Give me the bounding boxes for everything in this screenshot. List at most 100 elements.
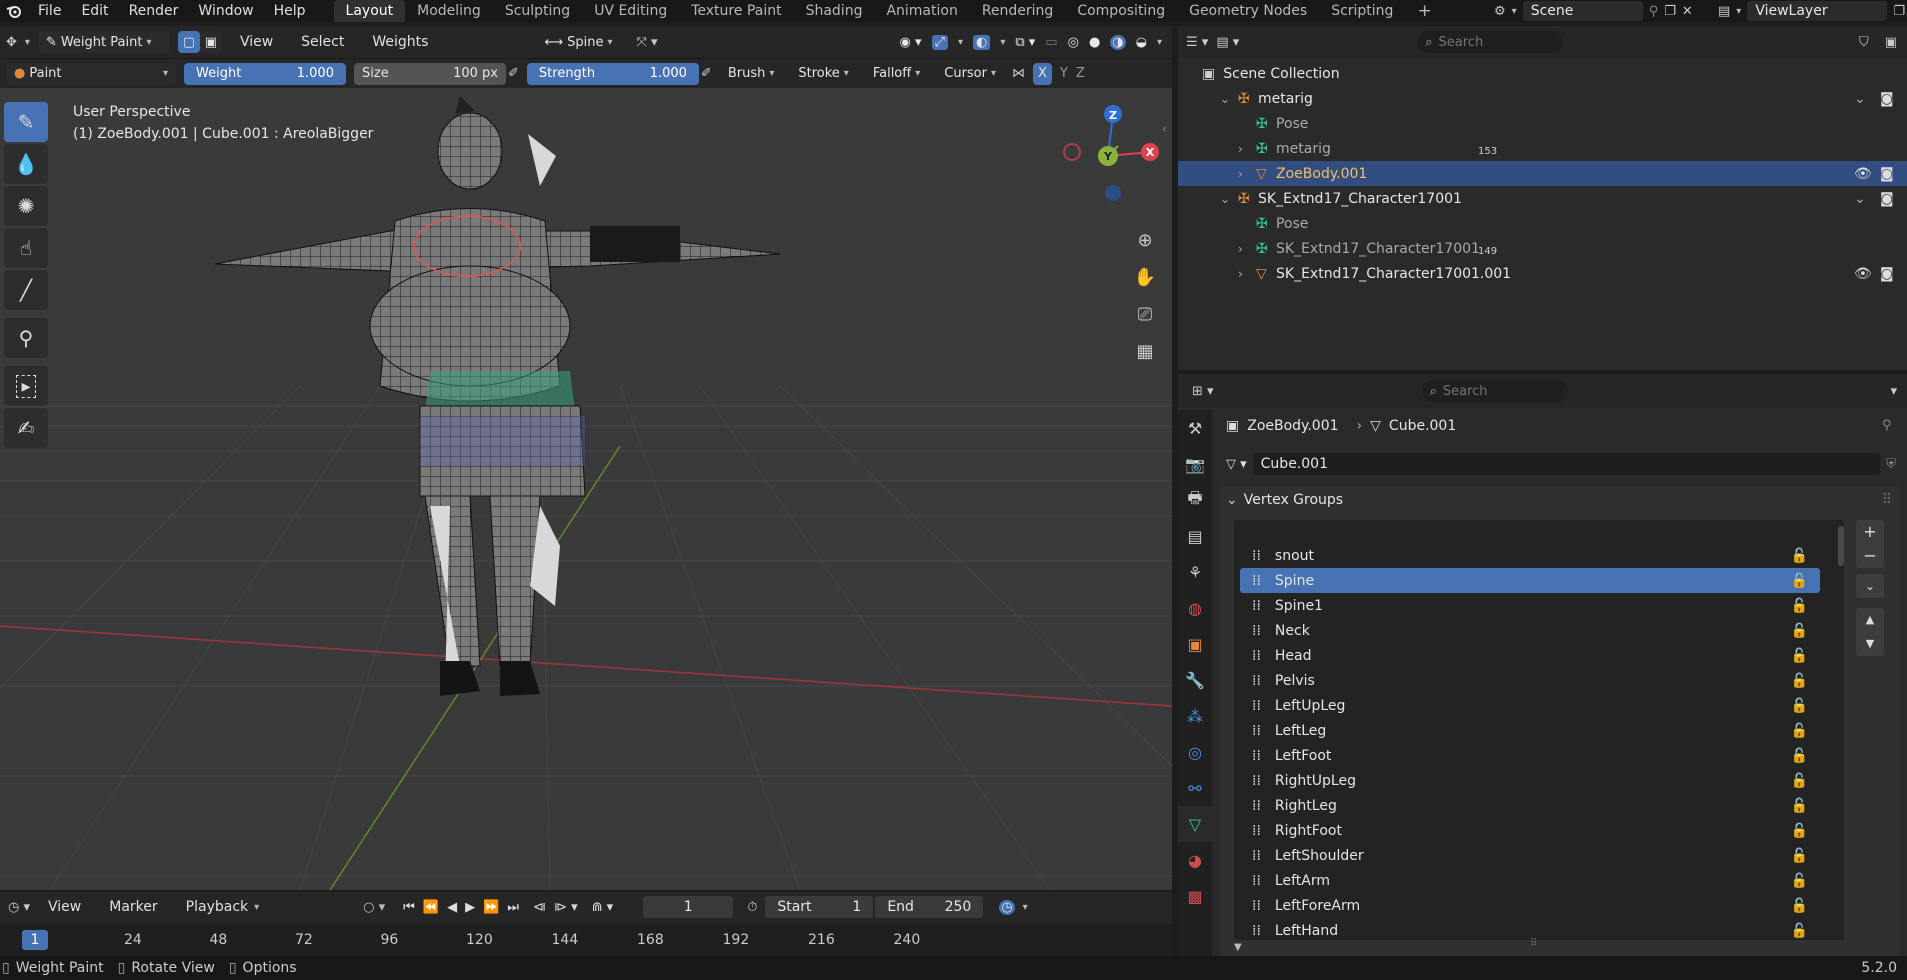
chevron-down-icon[interactable]: ▾ <box>958 37 963 48</box>
chevron-right-icon[interactable]: › <box>1238 242 1243 256</box>
chevron-down-icon[interactable]: ▾ <box>1023 902 1028 913</box>
stroke-dropdown[interactable]: Stroke ▾ <box>790 63 856 85</box>
vertex-group-item[interactable]: ⁞⁞ Head 🔓 <box>1240 643 1820 668</box>
vertex-select-toggle[interactable]: ▢ <box>177 31 200 53</box>
lock-icon[interactable]: 🔓 <box>1791 723 1808 739</box>
tool-selector[interactable]: ● Paint ▾ <box>6 62 176 85</box>
vertex-group-item[interactable]: ⁞⁞ snout 🔓 <box>1240 543 1820 568</box>
tab-layout[interactable]: Layout <box>333 0 406 22</box>
select-box-tool[interactable]: ▸ <box>4 366 48 406</box>
lock-icon[interactable]: 🔓 <box>1791 848 1808 864</box>
view-layer-selector[interactable]: ▤ ▾ ViewLayer ❐ <box>1718 0 1905 22</box>
camera-icon[interactable]: ⎚ <box>1130 296 1160 333</box>
menu-select[interactable]: Select <box>291 31 354 53</box>
menu-edit[interactable]: Edit <box>71 0 118 22</box>
lock-icon[interactable]: 🔓 <box>1791 573 1808 589</box>
ortho-grid-icon[interactable]: ▦ <box>1130 333 1160 370</box>
outliner-search[interactable]: ⌕ <box>1417 31 1564 53</box>
editor-type-icon[interactable]: ✥ <box>6 35 17 50</box>
lock-icon[interactable]: 🔓 <box>1791 823 1808 839</box>
vertex-group-item[interactable]: ⁞⁞ Spine1 🔓 <box>1240 593 1820 618</box>
current-frame-field[interactable]: 1 <box>643 896 734 918</box>
strength-pressure-icon[interactable]: ✐ <box>701 66 712 81</box>
scene-name[interactable]: Scene <box>1522 1 1643 21</box>
material-shading-icon[interactable]: ◑ <box>1110 34 1126 50</box>
chevron-down-icon[interactable]: ⌄ <box>1220 92 1230 106</box>
properties-search-input[interactable] <box>1442 383 1553 399</box>
chevron-down-icon[interactable]: ⌄ <box>1854 191 1866 207</box>
new-scene-icon[interactable]: ❐ <box>1664 4 1676 19</box>
camera-icon[interactable]: ◙ <box>1880 166 1894 182</box>
overlay-toggle-icon[interactable]: ◐ <box>972 34 991 50</box>
snap-icon[interactable]: ⋒ ▾ <box>592 900 614 915</box>
timeline-editor-icon[interactable]: ◷ ▾ <box>8 900 30 915</box>
vertex-group-item[interactable]: ⁞⁞ LeftHand 🔓 <box>1240 918 1820 943</box>
list-filter-toggle-icon[interactable]: ▼ <box>1234 942 1242 953</box>
auto-key-icon[interactable]: ○ ▾ <box>363 900 385 915</box>
pan-hand-icon[interactable]: ✋ <box>1130 259 1160 296</box>
vertex-group-item[interactable]: ⁞⁞ RightFoot 🔓 <box>1240 818 1820 843</box>
fake-user-shield-icon[interactable]: ⛨ <box>1886 457 1896 472</box>
bone-selector[interactable]: ⟷ Spine ▾ <box>536 31 628 53</box>
weight-field[interactable]: Weight 1.000 <box>184 62 346 85</box>
eye-icon[interactable]: 👁 <box>1854 266 1872 282</box>
add-vertex-group-button[interactable]: + <box>1856 520 1884 544</box>
outliner-row[interactable]: ✠ Pose <box>1178 211 1907 236</box>
outliner-row[interactable]: › ▽ ZoeBody.001 👁 ◙ <box>1178 161 1907 186</box>
visibility-icon[interactable]: ◉ ▾ <box>900 35 922 50</box>
menu-view[interactable]: View <box>230 31 283 53</box>
vertex-group-item[interactable]: ⁞⁞ LeftFoot 🔓 <box>1240 743 1820 768</box>
move-down-button[interactable]: ▼ <box>1856 632 1884 656</box>
chevron-down-icon[interactable]: ▾ <box>254 902 259 913</box>
chevron-down-icon[interactable]: ⌄ <box>1220 192 1230 206</box>
playback-sync-icon[interactable]: ◷ <box>999 899 1015 915</box>
menu-render[interactable]: Render <box>119 0 189 22</box>
stopwatch-icon[interactable]: ⏱ <box>747 900 757 915</box>
xray-icon[interactable]: ⧉ ▾ <box>1015 35 1035 50</box>
mesh-data-name-field[interactable]: Cube.001 <box>1252 453 1881 475</box>
sample-weight-tool[interactable]: ⚲ <box>4 318 48 358</box>
face-select-toggle[interactable]: ▣ <box>199 31 222 53</box>
jump-end-icon[interactable]: ⏭ <box>507 900 519 915</box>
tab-compositing[interactable]: Compositing <box>1065 0 1177 22</box>
outliner-row[interactable]: › ✠ SK_Extnd17_Character17001 149 <box>1178 236 1907 261</box>
pin-icon[interactable]: ⚲ <box>1649 4 1659 19</box>
scene-selector[interactable]: ⚙ ▾ Scene ⚲ ❐ ✕ <box>1494 0 1693 22</box>
lock-icon[interactable]: 🔓 <box>1791 898 1808 914</box>
play-icon[interactable]: ▶ <box>465 900 475 915</box>
lock-icon[interactable]: 🔓 <box>1791 798 1808 814</box>
tab-physics[interactable]: ◎ <box>1178 734 1212 770</box>
play-reverse-icon[interactable]: ◀ <box>447 900 457 915</box>
properties-editor-icon[interactable]: ⊞ ▾ <box>1192 384 1214 399</box>
transform-pivot-icon[interactable]: ⤧ ▾ <box>636 35 657 50</box>
tab-material[interactable]: ◕ <box>1178 842 1212 878</box>
gradient-tool[interactable]: ╱ <box>4 270 48 310</box>
mesh-data-icon[interactable]: ▽ ▾ <box>1226 457 1247 472</box>
tab-constraints[interactable]: ⚯ <box>1178 770 1212 806</box>
tab-sculpting[interactable]: Sculpting <box>493 0 582 22</box>
new-collection-icon[interactable]: ▣ <box>1885 35 1897 50</box>
tab-texture-paint[interactable]: Texture Paint <box>679 0 793 22</box>
add-workspace-button[interactable]: + <box>1405 0 1443 22</box>
remove-vertex-group-button[interactable]: − <box>1856 544 1884 568</box>
filter-icon[interactable]: ⛉ <box>1859 35 1869 50</box>
lock-icon[interactable]: 🔓 <box>1791 748 1808 764</box>
view-layer-name[interactable]: ViewLayer <box>1747 1 1888 21</box>
outliner-row[interactable]: › ▽ SK_Extnd17_Character17001.001 👁 ◙ <box>1178 261 1907 286</box>
vertex-group-item[interactable]: ⁞⁞ Pelvis 🔓 <box>1240 668 1820 693</box>
tab-object[interactable]: ▣ <box>1178 626 1212 662</box>
viewport-scene[interactable]: Z X Y <box>0 26 1172 890</box>
blur-tool[interactable]: 💧 <box>4 144 48 184</box>
solid-shading-icon[interactable]: ● <box>1089 35 1100 50</box>
vertex-group-item[interactable]: ⁞⁞ RightLeg 🔓 <box>1240 793 1820 818</box>
lock-icon[interactable]: 🔓 <box>1791 623 1808 639</box>
tab-scripting[interactable]: Scripting <box>1319 0 1405 22</box>
3d-viewport[interactable]: Z X Y ✥ ▾ ✎ Weight Paint ▾ ▢ ▣ View Selec… <box>0 26 1172 890</box>
strength-field[interactable]: Strength 1.000 <box>526 62 699 85</box>
tab-animation[interactable]: Animation <box>874 0 969 22</box>
chevron-right-icon[interactable]: › <box>1238 167 1243 181</box>
mirror-z-toggle[interactable]: Z <box>1076 66 1085 81</box>
outliner-row[interactable]: ✠ Pose <box>1178 111 1907 136</box>
display-mode-icon[interactable]: ▤ ▾ <box>1216 35 1239 50</box>
menu-window[interactable]: Window <box>188 0 263 22</box>
